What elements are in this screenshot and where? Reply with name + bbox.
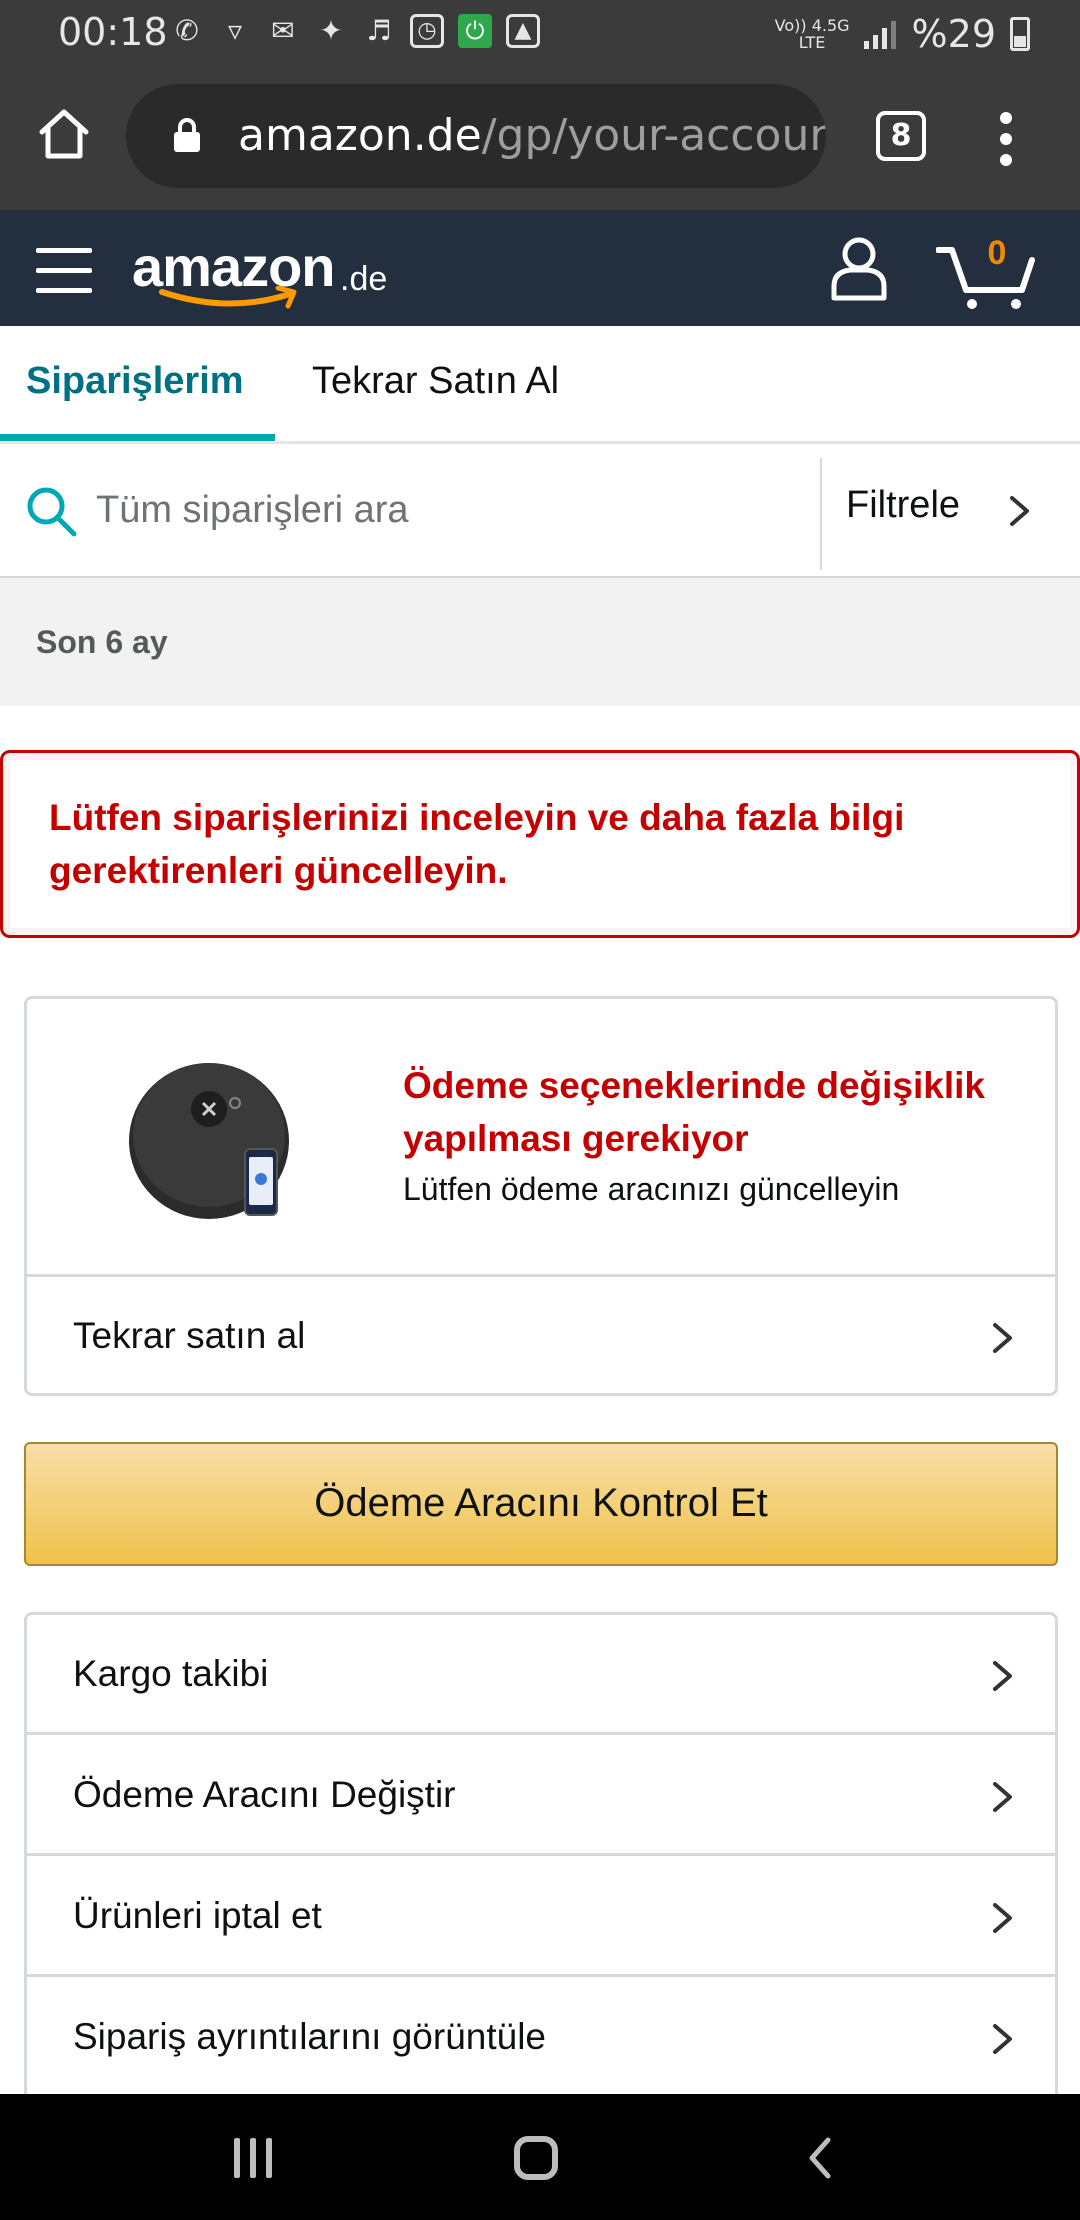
network-indicator: Vo)) 4.5G LTE (774, 16, 850, 52)
notification-icons: ✆ ▿ ✉ ✦ ♬ ◷ ⏻ ▲ (170, 14, 540, 48)
buy-again-button[interactable]: Tekrar satın al (27, 1277, 1055, 1393)
active-tab-indicator (0, 434, 275, 441)
order-status-title: Ödeme seçeneklerinde değişiklik yapılmas… (403, 1065, 986, 1159)
cart-button[interactable]: 0 (935, 232, 1036, 312)
search-row: Filtrele (0, 444, 1080, 578)
cancel-items-button[interactable]: Ürünleri iptal et (27, 1857, 1055, 1977)
order-actions-list: Kargo takibi Ödeme Aracını Değiştir Ürün… (24, 1612, 1058, 2112)
home-button[interactable] (34, 104, 94, 164)
back-icon[interactable] (800, 2134, 840, 2182)
tab-orders[interactable]: Siparişlerim (26, 326, 244, 444)
track-package-button[interactable]: Kargo takibi (27, 1615, 1055, 1735)
tab-buy-again[interactable]: Tekrar Satın Al (312, 326, 559, 444)
filter-button[interactable]: Filtrele (822, 444, 1080, 576)
period-label: Son 6 ay (36, 624, 168, 660)
alert-message: Lütfen siparişlerinizi inceleyin ve daha… (49, 797, 905, 891)
address-bar[interactable]: amazon.de/gp/your-accoun (126, 84, 826, 188)
twitter-icon: ✦ (319, 14, 343, 47)
account-icon[interactable] (828, 234, 890, 302)
alert-box: Lütfen siparişlerinizi inceleyin ve daha… (0, 750, 1080, 938)
whatsapp-icon: ✆ (175, 14, 199, 47)
system-nav-bar (0, 2094, 1080, 2220)
status-time: 00:18 (58, 10, 168, 54)
home-nav-icon[interactable] (514, 2136, 558, 2180)
browser-toolbar: amazon.de/gp/your-accoun 8 (0, 64, 1080, 210)
power-icon: ⏻ (458, 14, 492, 48)
order-status-subtitle: Lütfen ödeme aracınızı güncelleyin (403, 1171, 900, 1207)
amazon-logo[interactable]: amazon .de (132, 226, 402, 316)
change-payment-button[interactable]: Ödeme Aracını Değiştir (27, 1736, 1055, 1856)
hamburger-icon[interactable] (36, 246, 94, 294)
order-card: Ödeme seçeneklerinde değişiklik yapılmas… (24, 996, 1058, 1396)
chevron-right-icon (993, 1661, 1012, 1691)
battery-percent: %29 (911, 12, 996, 56)
chevron-right-icon (993, 2024, 1012, 2054)
cart-count: 0 (987, 234, 1007, 272)
view-order-details-button[interactable]: Sipariş ayrıntılarını görüntüle (27, 1978, 1055, 2098)
battery-icon (1010, 17, 1030, 51)
home-icon (39, 109, 89, 159)
amazon-header: amazon .de 0 (0, 210, 1080, 326)
clock-icon: ◷ (410, 14, 444, 48)
signal-icon (863, 19, 898, 49)
chevron-right-icon (993, 1782, 1012, 1812)
menu-dots-icon[interactable] (996, 112, 1016, 166)
chevron-right-icon (993, 1323, 1012, 1353)
search-input[interactable] (96, 480, 796, 540)
tab-switcher-button[interactable]: 8 (876, 111, 926, 161)
chevron-right-icon (1010, 496, 1029, 526)
check-payment-button[interactable]: Ödeme Aracını Kontrol Et (24, 1442, 1058, 1566)
snapchat-icon: ▿ (227, 14, 243, 47)
gallery-icon: ▲ (506, 14, 540, 48)
url-text: amazon.de/gp/your-accoun (238, 110, 826, 161)
mail-icon: ✉ (271, 14, 295, 47)
search-icon (27, 487, 77, 537)
period-header: Son 6 ay (0, 578, 1080, 706)
filter-label: Filtrele (846, 484, 961, 526)
orders-tabs: Siparişlerim Tekrar Satın Al (0, 326, 1080, 444)
chevron-right-icon (993, 1903, 1012, 1933)
order-product[interactable]: Ödeme seçeneklerinde değişiklik yapılmas… (27, 999, 1055, 1277)
headset-icon: ♬ (366, 14, 392, 47)
recent-apps-icon[interactable] (230, 2138, 276, 2178)
status-bar: 00:18 ✆ ▿ ✉ ✦ ♬ ◷ ⏻ ▲ Vo)) 4.5G LTE %29 (0, 0, 1080, 64)
product-image[interactable] (127, 1049, 307, 1229)
lock-icon (174, 118, 200, 152)
